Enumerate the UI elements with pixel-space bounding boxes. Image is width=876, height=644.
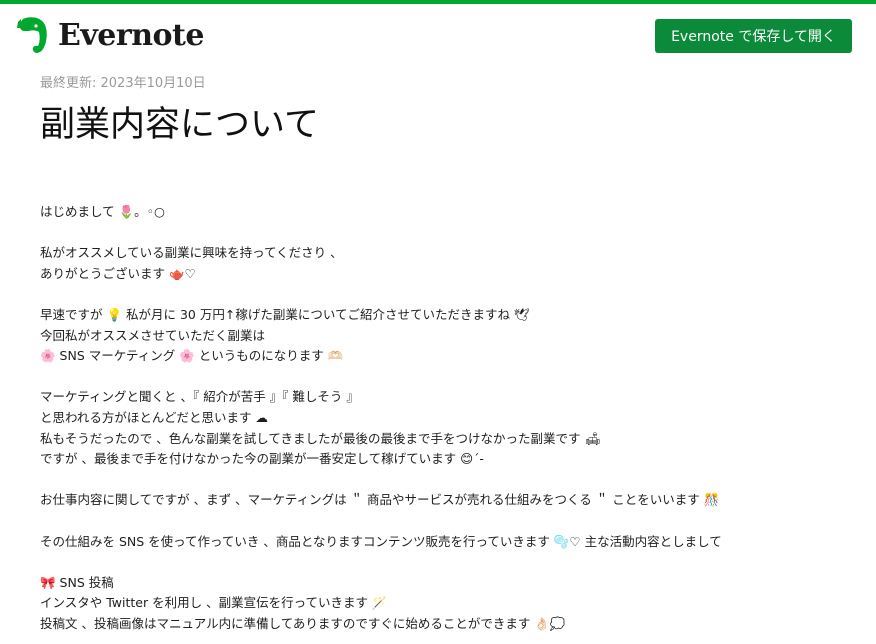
note-line — [40, 470, 860, 491]
last-updated: 最終更新: 2023年10月10日 — [40, 76, 206, 91]
note-line: 投稿文 、投稿画像はマニュアル内に準備してありますのですぐに始めることができます… — [40, 615, 566, 631]
note-line: マーケティングと聞くと 、『 紹介が苦手 』『 難しそう 』 — [40, 389, 359, 405]
note-line — [40, 284, 860, 305]
note-title: 副業内容について — [40, 105, 319, 145]
note-line: ですが 、最後まで手を付けなかった今の副業が一番安定して稼げています 😊´- — [40, 451, 484, 467]
note-line — [40, 511, 860, 532]
note-line: その仕組みを SNS を使って作っていき 、商品となりますコンテンツ販売を行って… — [40, 533, 722, 549]
logo-text: Evernote — [58, 18, 204, 53]
note-line — [40, 223, 860, 244]
note-line: インスタや Twitter を利用し 、副業宣伝を行っていきます 🪄 — [40, 595, 388, 611]
note-line: 私がオススメしている副業に興味を持ってくださり 、 — [40, 245, 343, 261]
note-body: はじめまして 🌷。◦○ 私がオススメしている副業に興味を持ってくださり 、 あり… — [40, 202, 860, 634]
note-line: 早速ですが 💡 私が月に 30 万円↑稼げた副業についてご紹介させていただきます… — [40, 306, 530, 322]
top-accent-bar — [0, 0, 876, 4]
note-line: と思われる方がほとんどだと思います ☁ — [40, 409, 268, 425]
note-line — [40, 552, 860, 573]
note-line: 🌸 SNS マーケティング 🌸 というものになります 🫶🏻 — [40, 348, 344, 364]
note-line: ありがとうございます 🫖♡ — [40, 265, 196, 281]
note-line: 🎀 SNS 投稿 — [40, 574, 114, 590]
note-line: お仕事内容に関してですが 、まず 、マーケティングは ＂ 商品やサービスが売れる… — [40, 492, 720, 508]
note-line: 今回私がオススメさせていただく副業は — [40, 327, 266, 343]
evernote-logo[interactable]: Evernote — [14, 16, 204, 56]
note-line — [40, 367, 860, 388]
elephant-icon — [17, 17, 47, 53]
save-and-open-button[interactable]: Evernote で保存して開く — [655, 19, 852, 53]
note-line: はじめまして 🌷。◦○ — [40, 204, 165, 219]
note-line: 私もそうだったので 、色んな副業を試してきましたが最後の最後まで手をつけなかった… — [40, 430, 601, 446]
